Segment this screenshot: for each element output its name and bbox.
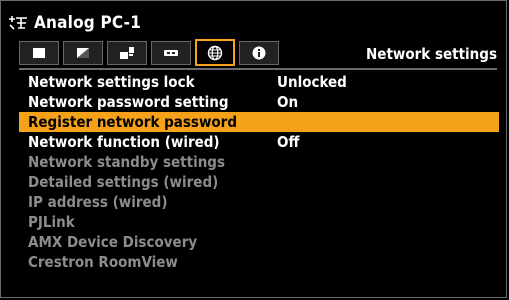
menu-item-network-settings-lock[interactable]: Network settings lock Unlocked — [19, 72, 499, 92]
menu-item-detailed-settings-wired: Detailed settings (wired) — [19, 172, 499, 192]
menu-item-value: On — [277, 93, 299, 111]
menu-item-network-function-wired[interactable]: Network function (wired) Off — [19, 132, 499, 152]
image-adjust-icon — [77, 48, 89, 58]
section-title: Network settings — [366, 45, 497, 63]
tab-network-settings[interactable] — [195, 39, 235, 66]
menu-item-label: Detailed settings (wired) — [28, 173, 219, 191]
menu-item-value: Off — [277, 133, 300, 151]
menu-item-label: Network password setting — [28, 93, 229, 111]
source-label: Analog PC-1 — [34, 13, 142, 33]
menu-item-label: PJLink — [28, 213, 75, 231]
menu-item-value: Unlocked — [277, 73, 347, 91]
menu-item-crestron-roomview: Crestron RoomView — [19, 252, 499, 272]
analog-pc-icon — [9, 16, 27, 30]
tab-system-settings[interactable] — [151, 41, 191, 65]
menu-item-pjlink: PJLink — [19, 212, 499, 232]
header-divider — [19, 68, 497, 70]
info-icon — [252, 46, 266, 60]
image-screen-icon — [33, 48, 45, 58]
install-settings-icon — [120, 47, 134, 59]
menu-item-network-standby-settings: Network standby settings — [19, 152, 499, 172]
system-settings-icon — [164, 50, 178, 56]
menu-item-label: Crestron RoomView — [28, 253, 178, 271]
menu-item-label: AMX Device Discovery — [28, 233, 198, 251]
menu-item-label: Register network password — [28, 113, 237, 131]
settings-menu: Network settings lock Unlocked Network p… — [19, 72, 499, 272]
menu-item-register-network-password[interactable]: Register network password — [19, 112, 499, 132]
menu-item-label: Network function (wired) — [28, 133, 220, 151]
tab-install-settings[interactable] — [107, 41, 147, 65]
menu-item-amx-device-discovery: AMX Device Discovery — [19, 232, 499, 252]
menu-item-label: IP address (wired) — [28, 193, 168, 211]
tab-bar — [19, 39, 279, 66]
tab-information[interactable] — [239, 41, 279, 65]
menu-window: Analog PC-1 Network settings Network set… — [0, 0, 507, 298]
network-globe-icon — [207, 45, 223, 60]
header: Analog PC-1 — [7, 12, 141, 34]
tab-image-adjust[interactable] — [63, 41, 103, 65]
menu-item-ip-address-wired: IP address (wired) — [19, 192, 499, 212]
menu-item-label: Network standby settings — [28, 153, 225, 171]
menu-item-label: Network settings lock — [28, 73, 195, 91]
menu-item-network-password-setting[interactable]: Network password setting On — [19, 92, 499, 112]
tab-image-screen[interactable] — [19, 41, 59, 65]
